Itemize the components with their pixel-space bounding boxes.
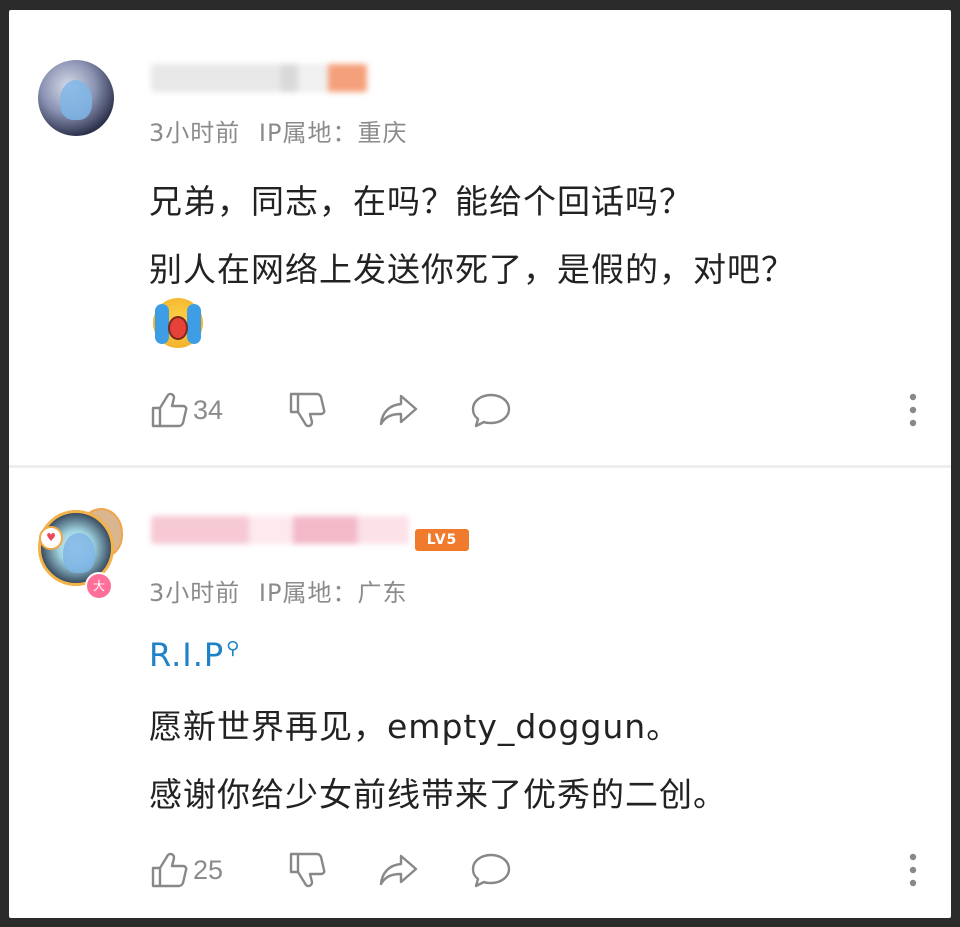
like-count: 25 (193, 854, 224, 885)
thumbs-up-icon (149, 850, 189, 890)
username-blurred[interactable] (151, 516, 409, 544)
heart-icon: ♥ (39, 526, 63, 550)
share-arrow-icon (377, 390, 421, 430)
share-button[interactable] (377, 390, 421, 430)
more-vertical-icon (903, 390, 923, 430)
like-count: 34 (193, 394, 224, 425)
comment-text-line: 别人在网络上发送你死了，是假的，对吧？ (149, 250, 795, 289)
cry-emoji (153, 298, 203, 348)
comment-item: 3小时前 IP属地：重庆 兄弟，同志，在吗？能给个回话吗？ 别人在网络上发送你死… (9, 10, 951, 466)
comment-meta: 3小时前 IP属地：广东 (149, 573, 407, 608)
like-button[interactable]: 25 (149, 850, 223, 890)
username-blurred[interactable] (151, 64, 367, 92)
topic-tag-link[interactable]: R.I.P ⚲ (149, 636, 240, 674)
ip-region: 广东 (357, 579, 408, 607)
level-badge: LV5 (415, 529, 469, 551)
share-arrow-icon (377, 850, 421, 890)
share-button[interactable] (377, 850, 421, 890)
more-vertical-icon (903, 850, 923, 890)
thumbs-down-icon (287, 390, 327, 430)
ip-label: IP属地： (258, 119, 358, 147)
vip-badge: 大 (85, 572, 113, 600)
comment-list: 3小时前 IP属地：重庆 兄弟，同志，在吗？能给个回话吗？ 别人在网络上发送你死… (9, 10, 951, 918)
avatar-figure (60, 80, 92, 120)
comment-time: 3小时前 (149, 119, 241, 147)
comment-text-line: 兄弟，同志，在吗？能给个回话吗？ (149, 182, 693, 221)
like-button[interactable]: 34 (149, 390, 223, 430)
dislike-button[interactable] (287, 850, 327, 890)
thumbs-down-icon (287, 850, 327, 890)
more-button[interactable] (903, 390, 923, 430)
reply-button[interactable] (469, 390, 513, 430)
comment-actions: 25 (149, 850, 929, 890)
comment-bubble-icon (469, 850, 513, 890)
comment-text-line: 愿新世界再见，empty_doggun。 (149, 707, 681, 746)
ip-region: 重庆 (357, 119, 408, 147)
comment-time: 3小时前 (149, 579, 241, 607)
ip-label: IP属地： (258, 579, 358, 607)
dislike-button[interactable] (287, 390, 327, 430)
comment-actions: 34 (149, 390, 929, 430)
reply-button[interactable] (469, 850, 513, 890)
topic-tag-label: R.I.P (149, 636, 225, 674)
comment-text-line: 感谢你给少女前线带来了优秀的二创。 (149, 775, 727, 814)
thumbs-up-icon (149, 390, 189, 430)
comment-meta: 3小时前 IP属地：重庆 (149, 113, 407, 148)
comment-bubble-icon (469, 390, 513, 430)
comment-item: ♥ 大 LV5 3小时前 IP属地：广东 R.I.P ⚲ 愿新世界再见，empty… (9, 468, 951, 918)
more-button[interactable] (903, 850, 923, 890)
avatar-figure (63, 533, 95, 573)
search-icon: ⚲ (226, 638, 241, 660)
avatar[interactable] (38, 60, 114, 136)
